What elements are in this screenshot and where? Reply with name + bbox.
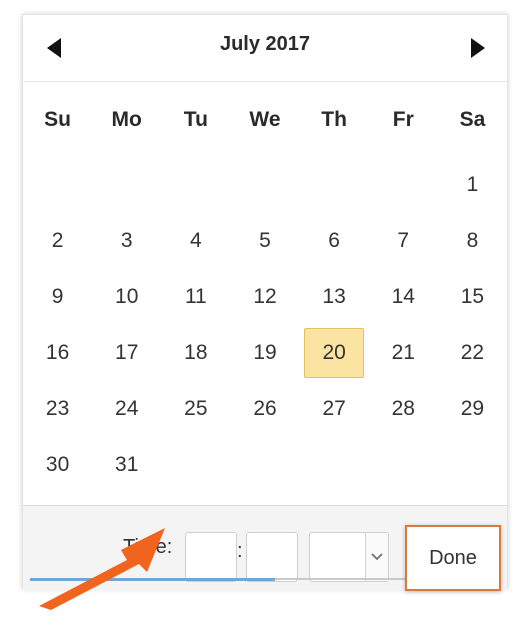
day-empty [161, 157, 230, 213]
day-cell[interactable]: 2 [23, 213, 92, 269]
day-cell[interactable]: 9 [23, 269, 92, 325]
minute-input[interactable] [246, 532, 298, 582]
day-empty [92, 157, 161, 213]
input-underline [275, 578, 425, 580]
day-cell[interactable]: 23 [23, 381, 92, 437]
day-cell[interactable]: 3 [92, 213, 161, 269]
weekday-label: Th [321, 108, 347, 131]
day-cell[interactable]: 17 [92, 325, 161, 381]
month-title: July 2017 [219, 33, 311, 55]
weekday-label: Sa [459, 108, 486, 131]
day-cell[interactable]: 30 [23, 437, 92, 493]
screenshot-stage: July 2017 Su Mo Tu We Th Fr Sa 1 2 3 4 5… [0, 0, 525, 625]
day-empty [300, 437, 369, 493]
day-cell[interactable]: 24 [92, 381, 161, 437]
day-cell[interactable]: 11 [161, 269, 230, 325]
day-cell[interactable]: 19 [230, 325, 299, 381]
day-cell-today[interactable]: 20 [300, 325, 369, 381]
day-cell[interactable]: 8 [438, 213, 507, 269]
day-empty [230, 157, 299, 213]
hour-input[interactable] [185, 532, 237, 582]
triangle-right-icon [471, 38, 485, 58]
day-empty [438, 437, 507, 493]
day-cell[interactable]: 21 [369, 325, 438, 381]
day-cell[interactable]: 18 [161, 325, 230, 381]
day-cell[interactable]: 7 [369, 213, 438, 269]
day-cell[interactable]: 6 [300, 213, 369, 269]
datetime-picker: July 2017 Su Mo Tu We Th Fr Sa 1 2 3 4 5… [22, 14, 508, 591]
calendar-week-row: 30 31 [23, 437, 507, 493]
calendar-week-row: 9 10 11 12 13 14 15 [23, 269, 507, 325]
day-empty [161, 437, 230, 493]
weekday-label: Tu [183, 108, 208, 131]
day-cell[interactable]: 25 [161, 381, 230, 437]
calendar-week-row: 2 3 4 5 6 7 8 [23, 213, 507, 269]
calendar-header: July 2017 [23, 15, 507, 82]
calendar-week-row: 23 24 25 26 27 28 29 [23, 381, 507, 437]
calendar-week-row: 16 17 18 19 20 21 22 [23, 325, 507, 381]
day-cell[interactable]: 29 [438, 381, 507, 437]
today-highlight: 20 [304, 328, 365, 378]
day-cell[interactable]: 15 [438, 269, 507, 325]
day-cell[interactable]: 5 [230, 213, 299, 269]
day-cell[interactable]: 1 [438, 157, 507, 213]
day-empty [369, 437, 438, 493]
day-cell[interactable]: 13 [300, 269, 369, 325]
weekday-label: Mo [111, 108, 142, 131]
day-empty [230, 437, 299, 493]
chevron-down-icon[interactable] [365, 533, 388, 581]
weekday-label: We [249, 108, 281, 131]
day-cell[interactable]: 28 [369, 381, 438, 437]
ampm-select[interactable] [309, 532, 389, 582]
day-empty [369, 157, 438, 213]
weekday-label: Su [44, 108, 71, 131]
day-cell[interactable]: 10 [92, 269, 161, 325]
day-cell[interactable]: 31 [92, 437, 161, 493]
pointer-arrow-icon [39, 528, 165, 610]
calendar-week-row: 1 [23, 157, 507, 213]
next-month-button[interactable] [463, 34, 491, 62]
time-separator: : [237, 540, 243, 562]
chevron-down-icon-glyph [371, 553, 383, 561]
day-cell[interactable]: 4 [161, 213, 230, 269]
weekday-header-row: Su Mo Tu We Th Fr Sa [23, 95, 507, 145]
day-cell[interactable]: 16 [23, 325, 92, 381]
day-cell[interactable]: 14 [369, 269, 438, 325]
done-button[interactable]: Done [405, 525, 501, 591]
day-empty [23, 157, 92, 213]
day-cell[interactable]: 22 [438, 325, 507, 381]
weekday-label: Fr [392, 108, 414, 131]
day-cell[interactable]: 26 [230, 381, 299, 437]
day-cell[interactable]: 12 [230, 269, 299, 325]
day-empty [300, 157, 369, 213]
day-cell[interactable]: 27 [300, 381, 369, 437]
